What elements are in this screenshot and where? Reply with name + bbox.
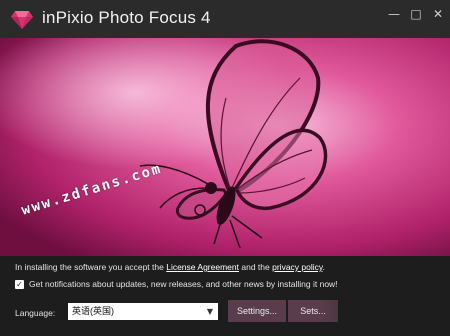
license-text: In installing the software you accept th… (15, 262, 325, 272)
notifications-label: Get notifications about updates, new rel… (29, 279, 338, 289)
app-title: inPixio Photo Focus 4 (42, 8, 211, 27)
chevron-down-icon: ▼ (206, 307, 213, 316)
language-dropdown[interactable]: 英语(英国) ▼ (68, 303, 218, 320)
maximize-button[interactable]: □ (408, 6, 424, 22)
text-fade-overlay (335, 274, 450, 292)
hero-image: www.zdfans.com (0, 38, 450, 256)
and-text: and the (241, 262, 270, 272)
language-label: Language: (15, 308, 56, 318)
diamond-logo-icon (11, 11, 33, 29)
license-period: . (322, 262, 325, 272)
notifications-checkbox[interactable]: ✓ (15, 280, 24, 290)
close-button[interactable]: ✕ (430, 6, 446, 22)
settings-button[interactable]: Settings... (228, 300, 286, 322)
butterfly-image (0, 38, 450, 256)
license-agreement-link[interactable]: License Agreement (166, 262, 239, 272)
button-fade-overlay (320, 296, 450, 326)
language-value: 英语(英国) (72, 306, 114, 316)
minimize-button[interactable]: — (386, 6, 402, 22)
privacy-policy-link[interactable]: privacy policy (272, 262, 322, 272)
installer-footer: In installing the software you accept th… (0, 256, 450, 336)
notifications-row: ✓ Get notifications about updates, new re… (15, 279, 338, 290)
license-prefix: In installing the software you accept th… (15, 262, 164, 272)
title-bar: inPixio Photo Focus 4 — □ ✕ (0, 0, 450, 38)
